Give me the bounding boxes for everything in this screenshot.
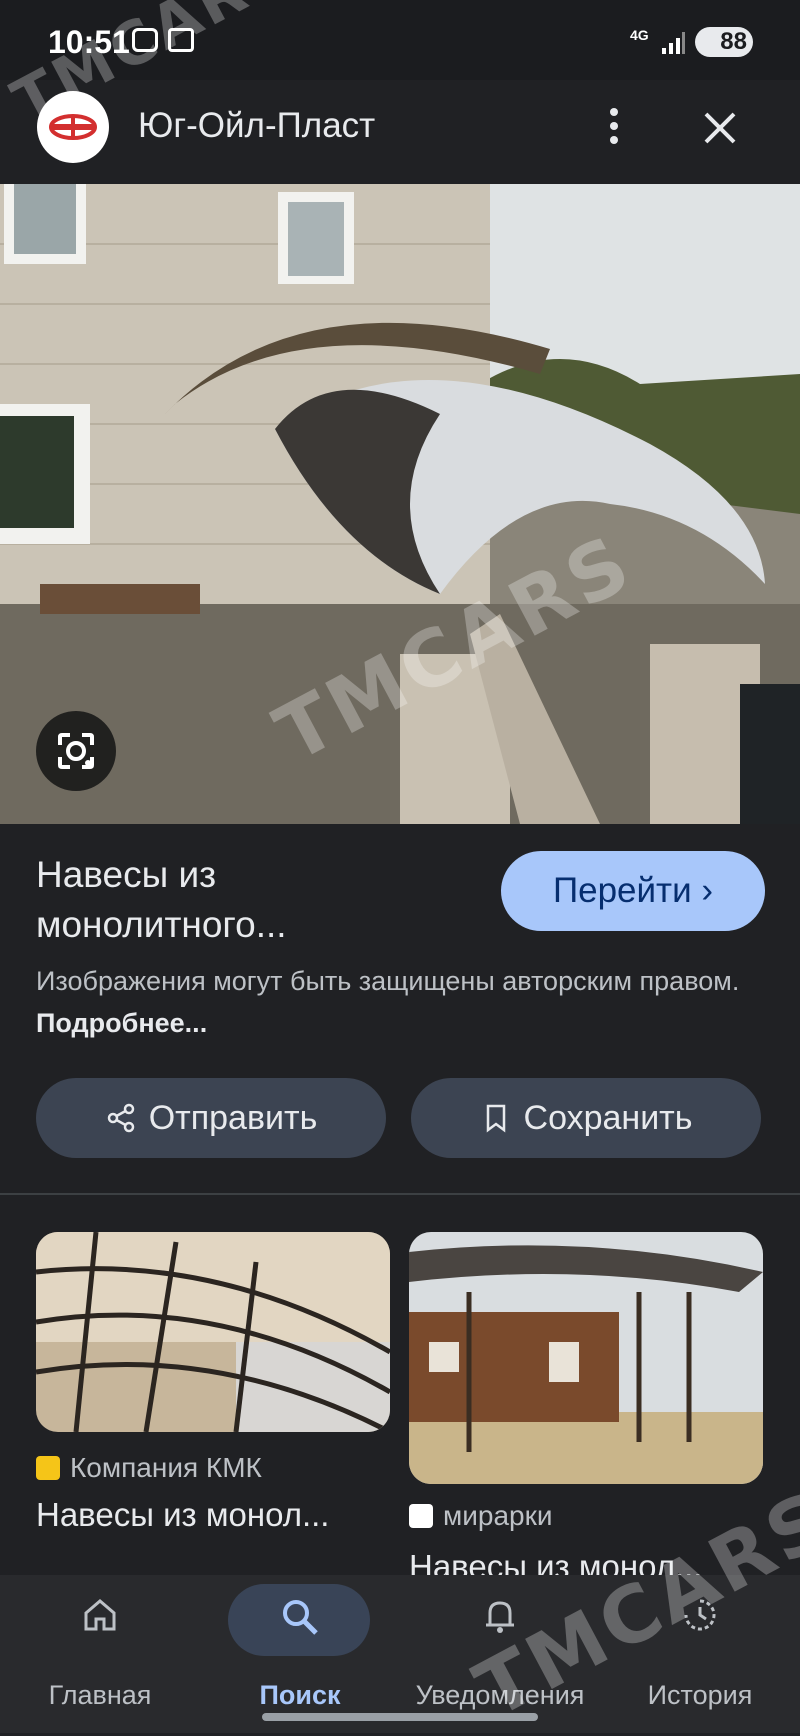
nav-home[interactable]: Главная [0,1575,200,1733]
source-favicon-icon [409,1504,433,1528]
viewer-header [0,80,800,184]
lens-search-button[interactable] [36,711,116,791]
bookmark-icon [486,1104,505,1133]
nav-search-label: Поиск [259,1680,341,1710]
related-image-2[interactable] [409,1232,763,1484]
home-icon [84,1599,116,1631]
related-photo-2 [409,1232,763,1484]
related-source-2-label: мирарки [443,1500,553,1531]
chevron-right-icon: › [701,871,714,910]
more-info-link[interactable]: Подробнее... [36,1008,207,1038]
gesture-handle [262,1713,538,1721]
nav-home-label: Главная [48,1680,152,1710]
nav-history-label: История [647,1680,753,1710]
close-icon[interactable] [696,104,744,152]
signal-icon [662,32,685,54]
save-button-label: Сохранить [523,1098,693,1137]
more-options-icon[interactable] [592,104,636,148]
battery-indicator: 88 [695,27,753,57]
site-name: Юг-Ойл-Пласт [138,106,376,145]
search-icon [283,1600,318,1635]
share-icon [107,1103,134,1133]
source-favicon-icon [36,1456,60,1480]
result-title-line2: монолитного... [36,904,287,945]
copyright-notice: Изображения могут быть защищены авторски… [36,960,756,1044]
share-button[interactable]: Отправить [36,1078,386,1158]
nav-search[interactable]: Поиск [200,1575,400,1733]
related-source-1-label: Компания КМК [70,1452,262,1483]
result-title-line1: Навесы из [36,854,217,895]
visit-button[interactable]: Перейти › [501,851,765,931]
related-source-1[interactable]: Компания КМК [36,1452,262,1484]
copyright-text: Изображения могут быть защищены авторски… [36,966,740,996]
save-button[interactable]: Сохранить [411,1078,761,1158]
related-photo-1 [36,1232,390,1432]
share-button-label: Отправить [148,1098,318,1137]
lens-icon [58,733,94,769]
visit-button-label: Перейти [552,871,692,910]
result-title[interactable]: Навесы из монолитного... [36,850,476,950]
result-image[interactable]: TMCARS [0,184,800,824]
related-source-2[interactable]: мирарки [409,1500,553,1532]
divider [0,1193,800,1195]
network-type: 4G [630,27,649,43]
related-title-1[interactable]: Навесы из монол... [36,1496,329,1534]
related-image-1[interactable] [36,1232,390,1432]
